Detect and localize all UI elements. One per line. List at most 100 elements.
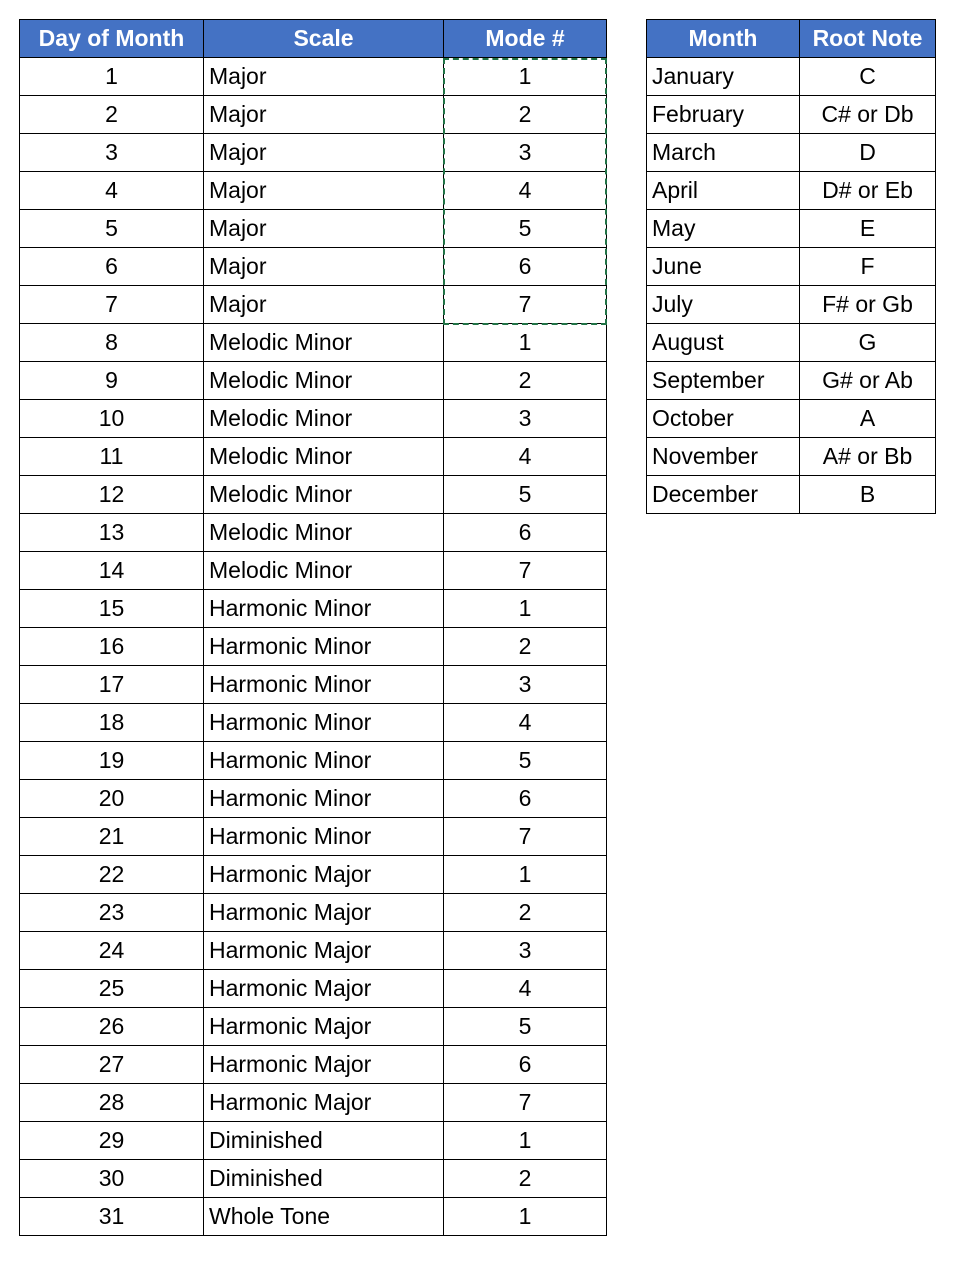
root-note-cell[interactable]: D# or Eb — [799, 171, 936, 210]
mode-cell[interactable]: 2 — [443, 361, 607, 400]
scale-cell[interactable]: Major — [203, 171, 444, 210]
scale-cell[interactable]: Major — [203, 133, 444, 172]
day-cell[interactable]: 17 — [19, 665, 204, 704]
scale-cell[interactable]: Harmonic Major — [203, 1045, 444, 1084]
day-cell[interactable]: 20 — [19, 779, 204, 818]
scale-cell[interactable]: Harmonic Minor — [203, 703, 444, 742]
root-note-cell[interactable]: C — [799, 57, 936, 96]
mode-cell[interactable]: 2 — [443, 893, 607, 932]
root-note-cell[interactable]: F — [799, 247, 936, 286]
month-cell[interactable]: October — [646, 399, 800, 438]
mode-cell[interactable]: 4 — [443, 969, 607, 1008]
mode-cell[interactable]: 5 — [443, 1007, 607, 1046]
root-note-cell[interactable]: E — [799, 209, 936, 248]
month-cell[interactable]: September — [646, 361, 800, 400]
mode-cell[interactable]: 4 — [443, 703, 607, 742]
day-cell[interactable]: 10 — [19, 399, 204, 438]
mode-cell[interactable]: 3 — [443, 399, 607, 438]
root-note-cell[interactable]: G — [799, 323, 936, 362]
mode-cell[interactable]: 1 — [443, 323, 607, 362]
root-note-cell[interactable]: A — [799, 399, 936, 438]
scale-cell[interactable]: Harmonic Minor — [203, 741, 444, 780]
day-cell[interactable]: 8 — [19, 323, 204, 362]
scale-cell[interactable]: Harmonic Minor — [203, 665, 444, 704]
month-cell[interactable]: June — [646, 247, 800, 286]
scale-cell[interactable]: Melodic Minor — [203, 323, 444, 362]
scale-cell[interactable]: Diminished — [203, 1121, 444, 1160]
mode-cell[interactable]: 7 — [443, 285, 607, 324]
day-cell[interactable]: 6 — [19, 247, 204, 286]
month-cell[interactable]: January — [646, 57, 800, 96]
scale-cell[interactable]: Major — [203, 95, 444, 134]
mode-cell[interactable]: 1 — [443, 855, 607, 894]
month-cell[interactable]: May — [646, 209, 800, 248]
day-cell[interactable]: 15 — [19, 589, 204, 628]
day-cell[interactable]: 26 — [19, 1007, 204, 1046]
header-root-note[interactable]: Root Note — [799, 19, 936, 58]
mode-cell[interactable]: 2 — [443, 627, 607, 666]
mode-cell[interactable]: 3 — [443, 665, 607, 704]
mode-cell[interactable]: 7 — [443, 1083, 607, 1122]
mode-cell[interactable]: 1 — [443, 1121, 607, 1160]
mode-cell[interactable]: 6 — [443, 247, 607, 286]
scale-cell[interactable]: Major — [203, 285, 444, 324]
mode-cell[interactable]: 4 — [443, 171, 607, 210]
day-cell[interactable]: 30 — [19, 1159, 204, 1198]
scale-cell[interactable]: Harmonic Major — [203, 893, 444, 932]
mode-cell[interactable]: 2 — [443, 1159, 607, 1198]
mode-cell[interactable]: 1 — [443, 1197, 607, 1236]
day-cell[interactable]: 7 — [19, 285, 204, 324]
day-cell[interactable]: 29 — [19, 1121, 204, 1160]
header-month[interactable]: Month — [646, 19, 800, 58]
scale-cell[interactable]: Melodic Minor — [203, 361, 444, 400]
day-cell[interactable]: 14 — [19, 551, 204, 590]
mode-cell[interactable]: 1 — [443, 57, 607, 96]
root-note-cell[interactable]: C# or Db — [799, 95, 936, 134]
scale-cell[interactable]: Harmonic Major — [203, 969, 444, 1008]
header-scale[interactable]: Scale — [203, 19, 444, 58]
mode-cell[interactable]: 7 — [443, 551, 607, 590]
mode-cell[interactable]: 6 — [443, 1045, 607, 1084]
month-cell[interactable]: December — [646, 475, 800, 514]
day-cell[interactable]: 2 — [19, 95, 204, 134]
root-note-cell[interactable]: D — [799, 133, 936, 172]
mode-cell[interactable]: 3 — [443, 931, 607, 970]
day-cell[interactable]: 21 — [19, 817, 204, 856]
day-cell[interactable]: 28 — [19, 1083, 204, 1122]
scale-cell[interactable]: Harmonic Minor — [203, 779, 444, 818]
day-cell[interactable]: 25 — [19, 969, 204, 1008]
day-cell[interactable]: 13 — [19, 513, 204, 552]
scale-cell[interactable]: Melodic Minor — [203, 437, 444, 476]
day-cell[interactable]: 23 — [19, 893, 204, 932]
scale-cell[interactable]: Melodic Minor — [203, 475, 444, 514]
scale-cell[interactable]: Harmonic Minor — [203, 589, 444, 628]
scale-cell[interactable]: Diminished — [203, 1159, 444, 1198]
scale-cell[interactable]: Major — [203, 209, 444, 248]
day-cell[interactable]: 16 — [19, 627, 204, 666]
day-cell[interactable]: 3 — [19, 133, 204, 172]
root-note-cell[interactable]: B — [799, 475, 936, 514]
scale-cell[interactable]: Harmonic Major — [203, 1083, 444, 1122]
day-cell[interactable]: 31 — [19, 1197, 204, 1236]
mode-cell[interactable]: 7 — [443, 817, 607, 856]
scale-cell[interactable]: Harmonic Minor — [203, 817, 444, 856]
day-cell[interactable]: 11 — [19, 437, 204, 476]
root-note-cell[interactable]: F# or Gb — [799, 285, 936, 324]
scale-cell[interactable]: Harmonic Minor — [203, 627, 444, 666]
scale-cell[interactable]: Melodic Minor — [203, 399, 444, 438]
scale-cell[interactable]: Melodic Minor — [203, 513, 444, 552]
mode-cell[interactable]: 6 — [443, 779, 607, 818]
day-cell[interactable]: 18 — [19, 703, 204, 742]
header-day[interactable]: Day of Month — [19, 19, 204, 58]
root-note-cell[interactable]: G# or Ab — [799, 361, 936, 400]
day-cell[interactable]: 5 — [19, 209, 204, 248]
mode-cell[interactable]: 5 — [443, 741, 607, 780]
day-cell[interactable]: 22 — [19, 855, 204, 894]
day-cell[interactable]: 12 — [19, 475, 204, 514]
mode-cell[interactable]: 2 — [443, 95, 607, 134]
scale-cell[interactable]: Harmonic Major — [203, 931, 444, 970]
month-cell[interactable]: March — [646, 133, 800, 172]
scale-cell[interactable]: Harmonic Major — [203, 855, 444, 894]
mode-cell[interactable]: 1 — [443, 589, 607, 628]
root-note-cell[interactable]: A# or Bb — [799, 437, 936, 476]
